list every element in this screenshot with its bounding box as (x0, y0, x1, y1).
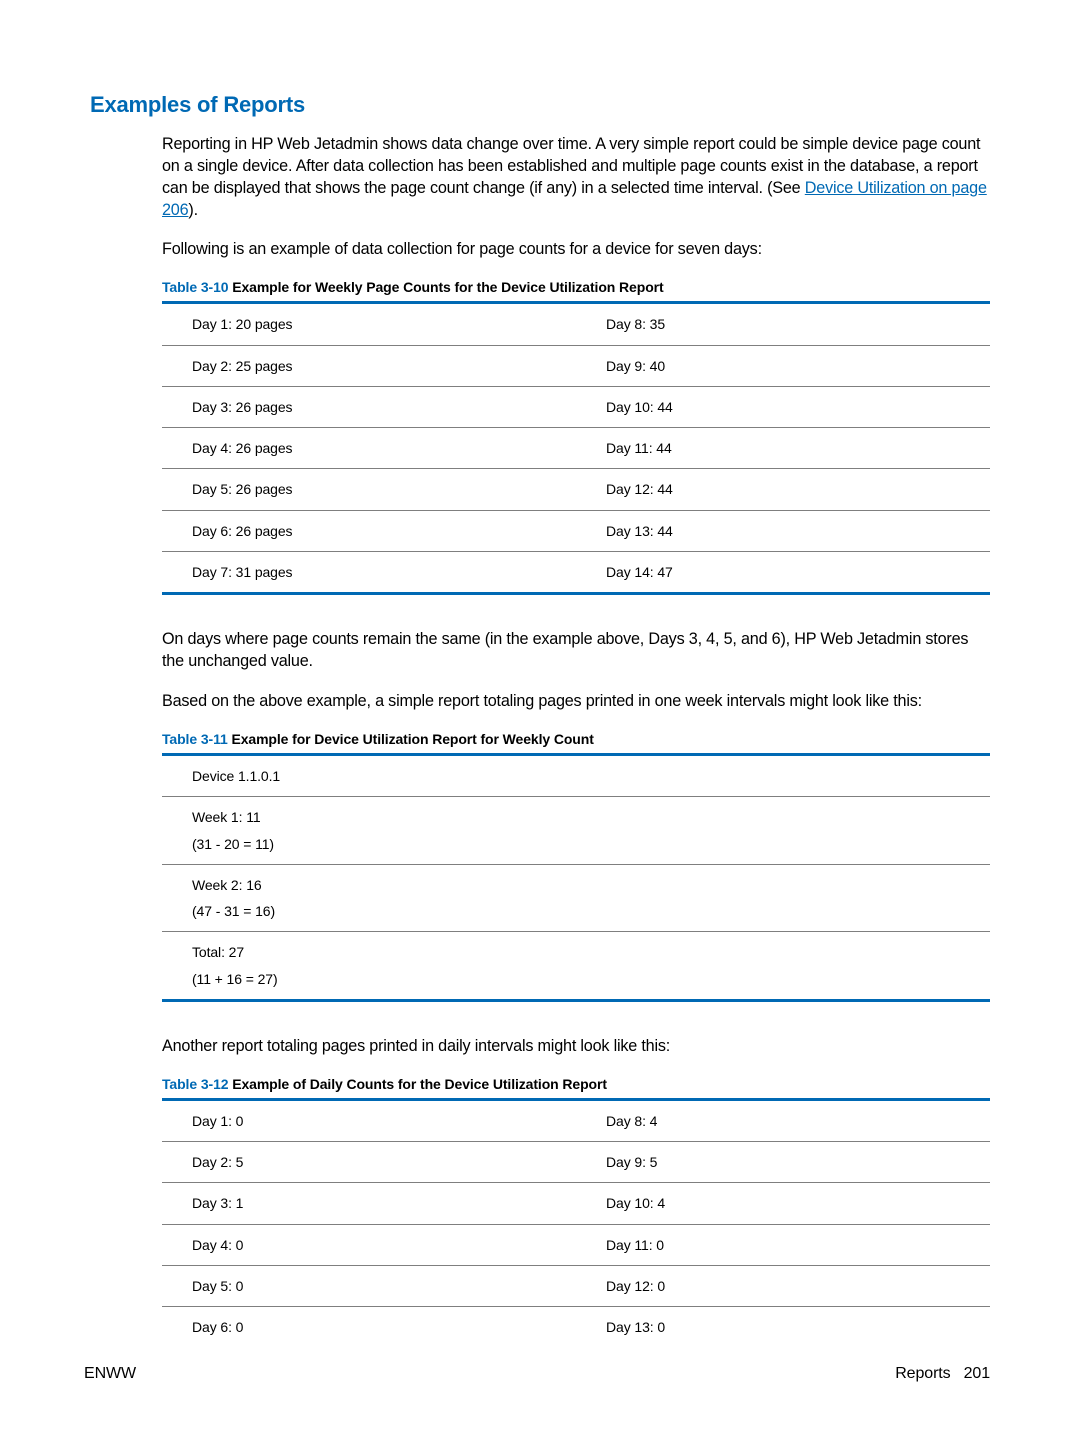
table-3-12-body: Day 1: 0Day 8: 4 Day 2: 5Day 9: 5 Day 3:… (162, 1101, 990, 1348)
table-row: Week 2: 16 (47 - 31 = 16) (162, 864, 990, 932)
table-3-11-caption-title: Example for Device Utilization Report fo… (228, 731, 594, 747)
paragraph-intro: Reporting in HP Web Jetadmin shows data … (90, 134, 990, 221)
cell-left: Day 5: 0 (162, 1266, 576, 1307)
table-3-10: Day 1: 20 pagesDay 8: 35 Day 2: 25 pages… (162, 304, 990, 592)
cell-sub: (11 + 16 = 27) (192, 963, 960, 989)
cell-main: Week 2: 16 (192, 877, 262, 893)
table-row: Day 5: 26 pagesDay 12: 44 (162, 469, 990, 510)
table-3-10-caption-prefix: Table 3-10 (162, 279, 228, 295)
cell-main: Week 1: 11 (192, 809, 261, 825)
table-row: Day 6: 0Day 13: 0 (162, 1307, 990, 1348)
footer-section-label: Reports (895, 1365, 950, 1382)
table-row: Week 1: 11 (31 - 20 = 11) (162, 797, 990, 865)
paragraph-weekly-lead: Based on the above example, a simple rep… (90, 691, 990, 713)
cell-right: Day 13: 0 (576, 1307, 990, 1348)
table-3-11-caption: Table 3-11 Example for Device Utilizatio… (162, 731, 990, 747)
cell-sub: (31 - 20 = 11) (192, 828, 960, 854)
table-row: Day 4: 26 pagesDay 11: 44 (162, 428, 990, 469)
section-heading: Examples of Reports (90, 92, 990, 118)
table-3-10-caption: Table 3-10 Example for Weekly Page Count… (162, 279, 990, 295)
cell-main: Total: 27 (192, 944, 244, 960)
table-3-10-bottom-rule (162, 592, 990, 595)
cell-right: Day 12: 0 (576, 1266, 990, 1307)
cell: Total: 27 (11 + 16 = 27) (162, 932, 990, 999)
cell-right: Day 9: 5 (576, 1142, 990, 1183)
table-3-12-caption-prefix: Table 3-12 (162, 1076, 228, 1092)
table-row: Day 3: 26 pagesDay 10: 44 (162, 386, 990, 427)
cell-right: Day 8: 35 (576, 304, 990, 345)
table-3-10-caption-title: Example for Weekly Page Counts for the D… (228, 279, 663, 295)
table-3-11: Device 1.1.0.1 Week 1: 11(31 - 20 = 11) … (162, 756, 990, 999)
cell: Week 1: 11 (31 - 20 = 11) (162, 797, 990, 865)
cell: Device 1.1.0.1 (162, 756, 990, 797)
footer-left: ENWW (84, 1365, 136, 1383)
cell-right: Day 14: 47 (576, 552, 990, 593)
cell-sub: (47 - 31 = 16) (192, 895, 960, 921)
cell-left: Day 3: 1 (162, 1183, 576, 1224)
table-3-11-body: Device 1.1.0.1 Week 1: 11(31 - 20 = 11) … (162, 756, 990, 999)
cell-left: Day 1: 0 (162, 1101, 576, 1142)
cell-left: Day 2: 25 pages (162, 345, 576, 386)
table-row: Day 7: 31 pagesDay 14: 47 (162, 552, 990, 593)
page-footer: ENWW Reports 201 (84, 1365, 990, 1383)
cell-right: Day 10: 44 (576, 386, 990, 427)
cell-left: Day 5: 26 pages (162, 469, 576, 510)
paragraph-unchanged-value: On days where page counts remain the sam… (90, 629, 990, 673)
table-3-11-bottom-rule (162, 999, 990, 1002)
table-row: Day 3: 1Day 10: 4 (162, 1183, 990, 1224)
cell-left: Day 4: 26 pages (162, 428, 576, 469)
cell-left: Day 6: 26 pages (162, 510, 576, 551)
table-3-10-body: Day 1: 20 pagesDay 8: 35 Day 2: 25 pages… (162, 304, 990, 592)
cell-right: Day 8: 4 (576, 1101, 990, 1142)
table-row: Device 1.1.0.1 (162, 756, 990, 797)
cell-right: Day 12: 44 (576, 469, 990, 510)
cell-left: Day 1: 20 pages (162, 304, 576, 345)
table-row: Day 2: 5Day 9: 5 (162, 1142, 990, 1183)
table-row: Day 5: 0Day 12: 0 (162, 1266, 990, 1307)
cell-right: Day 11: 44 (576, 428, 990, 469)
cell-main: Device 1.1.0.1 (192, 768, 280, 784)
cell-left: Day 7: 31 pages (162, 552, 576, 593)
table-3-12-caption-title: Example of Daily Counts for the Device U… (228, 1076, 606, 1092)
table-row: Day 6: 26 pagesDay 13: 44 (162, 510, 990, 551)
cell-right: Day 11: 0 (576, 1224, 990, 1265)
cell-right: Day 10: 4 (576, 1183, 990, 1224)
cell-left: Day 2: 5 (162, 1142, 576, 1183)
table-3-11-caption-prefix: Table 3-11 (162, 731, 228, 747)
cell-right: Day 9: 40 (576, 345, 990, 386)
table-row: Total: 27 (11 + 16 = 27) (162, 932, 990, 999)
table-row: Day 2: 25 pagesDay 9: 40 (162, 345, 990, 386)
paragraph-intro-text-b: ). (188, 201, 198, 219)
table-3-12-caption: Table 3-12 Example of Daily Counts for t… (162, 1076, 990, 1092)
cell-left: Day 6: 0 (162, 1307, 576, 1348)
cell: Week 2: 16 (47 - 31 = 16) (162, 864, 990, 932)
footer-page-number: 201 (964, 1365, 990, 1382)
page-container: Examples of Reports Reporting in HP Web … (0, 0, 1080, 1437)
cell-left: Day 4: 0 (162, 1224, 576, 1265)
footer-right: Reports 201 (895, 1365, 990, 1383)
table-row: Day 1: 0Day 8: 4 (162, 1101, 990, 1142)
cell-right: Day 13: 44 (576, 510, 990, 551)
cell-left: Day 3: 26 pages (162, 386, 576, 427)
paragraph-example-lead: Following is an example of data collecti… (90, 239, 990, 261)
table-row: Day 4: 0Day 11: 0 (162, 1224, 990, 1265)
table-3-12: Day 1: 0Day 8: 4 Day 2: 5Day 9: 5 Day 3:… (162, 1101, 990, 1348)
paragraph-daily-lead: Another report totaling pages printed in… (90, 1036, 990, 1058)
table-row: Day 1: 20 pagesDay 8: 35 (162, 304, 990, 345)
